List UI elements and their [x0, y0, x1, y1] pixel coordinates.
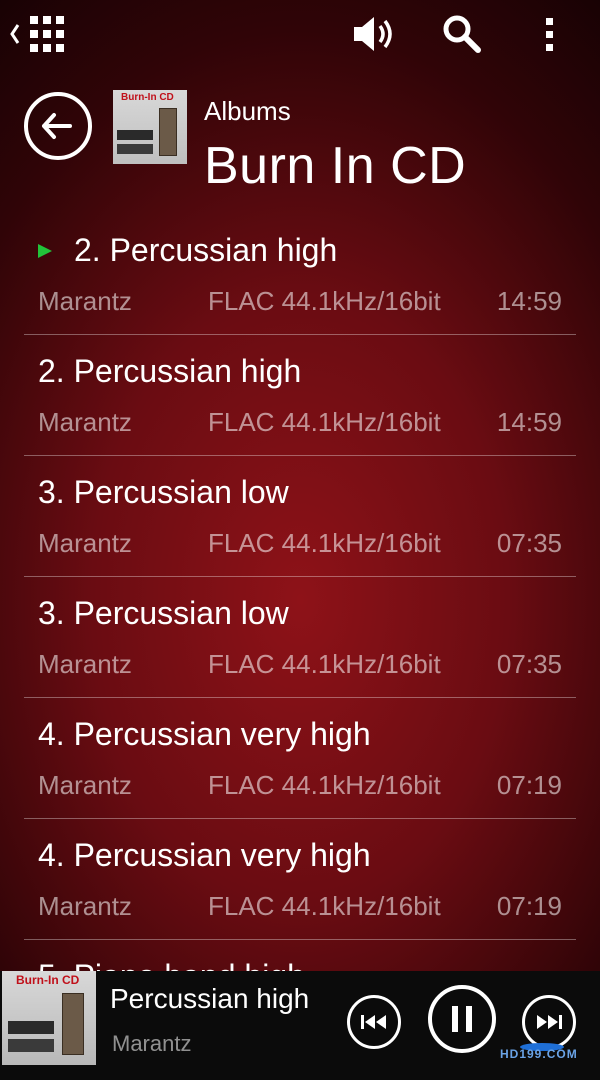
now-playing-album-art: Burn-In CD — [2, 971, 96, 1065]
track-artist: Marantz — [38, 649, 132, 679]
track-duration: 07:19 — [496, 891, 562, 921]
track-artist: Marantz — [38, 770, 132, 800]
next-track-button[interactable] — [522, 995, 576, 1049]
track-row[interactable]: 4. Percussian very high Marantz FLAC 44.… — [24, 819, 576, 940]
track-title: 4. Percussian very high — [38, 716, 371, 752]
track-duration: 14:59 — [496, 286, 562, 316]
app-grid-icon[interactable] — [8, 12, 72, 56]
watermark: HD199.COM — [500, 1047, 578, 1061]
track-duration: 07:35 — [496, 649, 562, 679]
track-format: FLAC 44.1kHz/16bit — [208, 286, 441, 316]
album-art-label: Burn-In CD — [16, 973, 80, 987]
now-playing-artist: Marantz — [112, 1031, 192, 1056]
skip-next-icon — [537, 1015, 562, 1029]
track-duration: 14:59 — [496, 407, 562, 437]
track-title: 2. Percussian high — [74, 232, 338, 268]
page-title: Burn In CD — [204, 137, 467, 195]
volume-icon[interactable] — [350, 12, 398, 56]
track-row[interactable]: 2. Percussian high Marantz FLAC 44.1kHz/… — [24, 335, 576, 456]
track-format: FLAC 44.1kHz/16bit — [208, 770, 441, 800]
track-title: 2. Percussian high — [38, 353, 302, 389]
track-row[interactable]: 4. Percussian very high Marantz FLAC 44.… — [24, 698, 576, 819]
track-title: 3. Percussian low — [38, 595, 289, 631]
arrow-left-icon — [42, 113, 72, 139]
track-row[interactable]: 3. Percussian low Marantz FLAC 44.1kHz/1… — [24, 577, 576, 698]
track-title: 5. Piano band high — [38, 958, 305, 971]
album-art: Burn-In CD — [113, 90, 187, 164]
track-artist: Marantz — [38, 407, 132, 437]
track-artist: Marantz — [38, 286, 132, 316]
pause-button[interactable] — [428, 985, 496, 1053]
more-vert-icon[interactable] — [530, 12, 570, 56]
previous-track-button[interactable] — [347, 995, 401, 1049]
back-button[interactable] — [24, 92, 92, 160]
pause-icon — [452, 1006, 472, 1032]
track-row[interactable]: 3. Percussian low Marantz FLAC 44.1kHz/1… — [24, 456, 576, 577]
track-list: 2. Percussian high Marantz FLAC 44.1kHz/… — [0, 214, 600, 971]
track-artist: Marantz — [38, 891, 132, 921]
track-title: 3. Percussian low — [38, 474, 289, 510]
track-format: FLAC 44.1kHz/16bit — [208, 407, 441, 437]
now-playing-title: Percussian high — [110, 983, 310, 1014]
track-row[interactable]: 2. Percussian high Marantz FLAC 44.1kHz/… — [24, 214, 576, 335]
now-playing-indicator-icon — [38, 244, 52, 258]
top-app-bar — [0, 0, 600, 70]
track-format: FLAC 44.1kHz/16bit — [208, 649, 441, 679]
track-title: 4. Percussian very high — [38, 837, 371, 873]
album-header: Burn-In CD Albums Burn In CD — [0, 80, 600, 210]
track-format: FLAC 44.1kHz/16bit — [208, 891, 441, 921]
skip-previous-icon — [361, 1015, 386, 1029]
album-art-label: Burn-In CD — [121, 92, 174, 103]
now-playing-bar[interactable]: Burn-In CD Percussian high Marantz HD199… — [0, 971, 600, 1080]
header-subtitle: Albums — [204, 96, 291, 126]
track-duration: 07:19 — [496, 770, 562, 800]
track-duration: 07:35 — [496, 528, 562, 558]
track-format: FLAC 44.1kHz/16bit — [208, 528, 441, 558]
track-row[interactable]: 5. Piano band high — [24, 940, 576, 971]
search-icon[interactable] — [440, 12, 484, 56]
track-artist: Marantz — [38, 528, 132, 558]
